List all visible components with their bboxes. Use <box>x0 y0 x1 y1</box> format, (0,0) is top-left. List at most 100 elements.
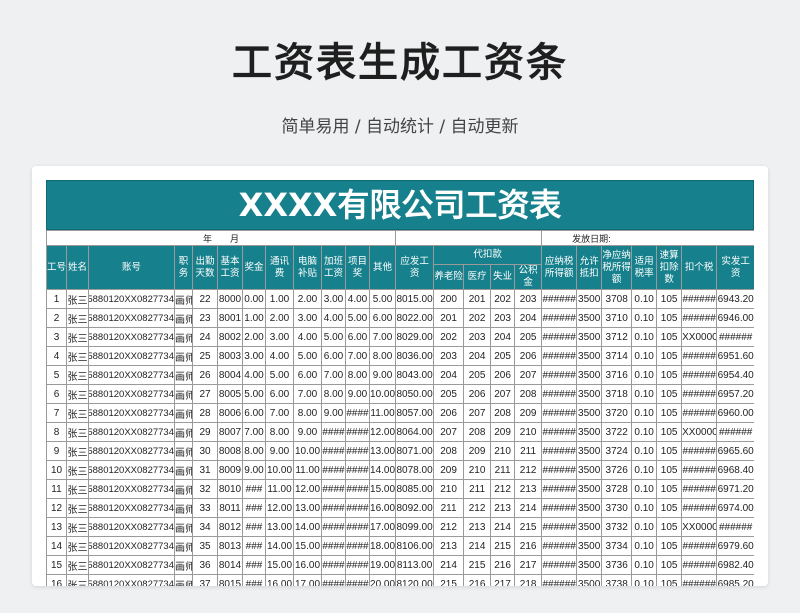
cell-attendance[interactable]: 31 <box>192 460 218 480</box>
cell-pc[interactable]: 13.00 <box>293 498 322 518</box>
cell-account[interactable]: 955880120XX0827734 <box>88 479 175 499</box>
cell-taxable[interactable]: ###### <box>541 441 578 461</box>
cell-allow[interactable]: 3500 <box>576 346 603 366</box>
cell-comm[interactable]: 15.00 <box>265 555 294 575</box>
cell-no[interactable]: 7 <box>46 403 67 423</box>
cell-comm[interactable]: 2.00 <box>265 308 294 328</box>
cell-position[interactable]: 画师 <box>174 536 193 556</box>
cell-allow[interactable]: 3500 <box>576 384 603 404</box>
cell-proj[interactable]: 7.00 <box>345 346 370 366</box>
cell-proj[interactable]: #### <box>345 536 370 556</box>
cell-other[interactable]: 7.00 <box>368 327 397 347</box>
cell-proj[interactable]: 5.00 <box>345 308 370 328</box>
cell-housing-fund[interactable]: 218 <box>514 574 543 586</box>
cell-tax[interactable]: ###### <box>681 289 718 309</box>
cell-ot[interactable]: 6.00 <box>321 346 346 366</box>
cell-name[interactable]: 张三 <box>66 384 89 404</box>
cell-taxable[interactable]: ###### <box>541 308 578 328</box>
cell-pension[interactable]: 204 <box>433 365 465 385</box>
cell-pc[interactable]: 8.00 <box>293 403 322 423</box>
cell-net-taxable[interactable]: 3714 <box>601 346 633 366</box>
cell-name[interactable]: 张三 <box>66 517 89 537</box>
cell-rate[interactable]: 0.10 <box>631 384 658 404</box>
cell-net-taxable[interactable]: 3708 <box>601 289 633 309</box>
cell-account[interactable]: 955880120XX0827734 <box>88 346 175 366</box>
cell-attendance[interactable]: 37 <box>192 574 218 586</box>
cell-position[interactable]: 画师 <box>174 365 193 385</box>
cell-unemployment[interactable]: 209 <box>490 422 516 442</box>
cell-other[interactable]: 20.00 <box>368 574 397 586</box>
cell-net[interactable]: 6943.20 <box>716 289 754 309</box>
cell-proj[interactable]: 8.00 <box>345 365 370 385</box>
cell-ot[interactable]: #### <box>321 498 346 518</box>
cell-comm[interactable]: 9.00 <box>265 441 294 461</box>
cell-bonus[interactable]: 0.00 <box>242 289 266 309</box>
cell-allow[interactable]: 3500 <box>576 574 603 586</box>
cell-allow[interactable]: 3500 <box>576 403 603 423</box>
cell-tax[interactable]: XX00000 <box>681 422 718 442</box>
cell-pension[interactable]: 213 <box>433 536 465 556</box>
cell-tax[interactable]: ###### <box>681 403 718 423</box>
cell-other[interactable]: 16.00 <box>368 498 397 518</box>
cell-medical[interactable]: 201 <box>463 289 492 309</box>
cell-rate[interactable]: 0.10 <box>631 555 658 575</box>
cell-medical[interactable]: 211 <box>463 479 492 499</box>
cell-allow[interactable]: 3500 <box>576 327 603 347</box>
cell-quick[interactable]: 105 <box>656 574 683 586</box>
cell-net[interactable]: ###### <box>716 327 754 347</box>
cell-no[interactable]: 13 <box>46 517 67 537</box>
cell-pc[interactable]: 4.00 <box>293 327 322 347</box>
cell-account[interactable]: 955880120XX0827734 <box>88 555 175 575</box>
cell-base[interactable]: 8012 <box>217 517 243 537</box>
cell-net[interactable]: ###### <box>716 517 754 537</box>
cell-gross[interactable]: 8071.00 <box>395 441 435 461</box>
cell-attendance[interactable]: 27 <box>192 384 218 404</box>
cell-unemployment[interactable]: 213 <box>490 498 516 518</box>
cell-medical[interactable]: 203 <box>463 327 492 347</box>
cell-net[interactable]: ###### <box>716 422 754 442</box>
cell-position[interactable]: 画师 <box>174 555 193 575</box>
cell-other[interactable]: 9.00 <box>368 365 397 385</box>
cell-account[interactable]: 955880120XX0827734 <box>88 460 175 480</box>
cell-housing-fund[interactable]: 212 <box>514 460 543 480</box>
cell-pension[interactable]: 211 <box>433 498 465 518</box>
cell-medical[interactable]: 213 <box>463 517 492 537</box>
cell-base[interactable]: 8011 <box>217 498 243 518</box>
cell-name[interactable]: 张三 <box>66 422 89 442</box>
cell-gross[interactable]: 8078.00 <box>395 460 435 480</box>
cell-proj[interactable]: 9.00 <box>345 384 370 404</box>
cell-tax[interactable]: ###### <box>681 365 718 385</box>
cell-pension[interactable]: 207 <box>433 422 465 442</box>
cell-no[interactable]: 15 <box>46 555 67 575</box>
cell-account[interactable]: 955880120XX0827734 <box>88 517 175 537</box>
cell-comm[interactable]: 14.00 <box>265 536 294 556</box>
cell-quick[interactable]: 105 <box>656 327 683 347</box>
cell-housing-fund[interactable]: 207 <box>514 365 543 385</box>
cell-bonus[interactable]: ### <box>242 555 266 575</box>
cell-net-taxable[interactable]: 3722 <box>601 422 633 442</box>
cell-unemployment[interactable]: 206 <box>490 365 516 385</box>
cell-pension[interactable]: 206 <box>433 403 465 423</box>
cell-net[interactable]: 6979.60 <box>716 536 754 556</box>
cell-pension[interactable]: 212 <box>433 517 465 537</box>
cell-attendance[interactable]: 33 <box>192 498 218 518</box>
cell-net[interactable]: 6971.20 <box>716 479 754 499</box>
cell-taxable[interactable]: ###### <box>541 384 578 404</box>
cell-tax[interactable]: ###### <box>681 346 718 366</box>
cell-pc[interactable]: 6.00 <box>293 365 322 385</box>
cell-ot[interactable]: 5.00 <box>321 327 346 347</box>
cell-no[interactable]: 2 <box>46 308 67 328</box>
cell-base[interactable]: 8003 <box>217 346 243 366</box>
cell-base[interactable]: 8013 <box>217 536 243 556</box>
cell-net[interactable]: 6954.40 <box>716 365 754 385</box>
cell-gross[interactable]: 8050.00 <box>395 384 435 404</box>
cell-rate[interactable]: 0.10 <box>631 479 658 499</box>
cell-quick[interactable]: 105 <box>656 555 683 575</box>
cell-account[interactable]: 955880120XX0827734 <box>88 441 175 461</box>
cell-pension[interactable]: 215 <box>433 574 465 586</box>
cell-ot[interactable]: #### <box>321 441 346 461</box>
cell-pc[interactable]: 7.00 <box>293 384 322 404</box>
cell-gross[interactable]: 8064.00 <box>395 422 435 442</box>
cell-unemployment[interactable]: 211 <box>490 460 516 480</box>
cell-pc[interactable]: 15.00 <box>293 536 322 556</box>
